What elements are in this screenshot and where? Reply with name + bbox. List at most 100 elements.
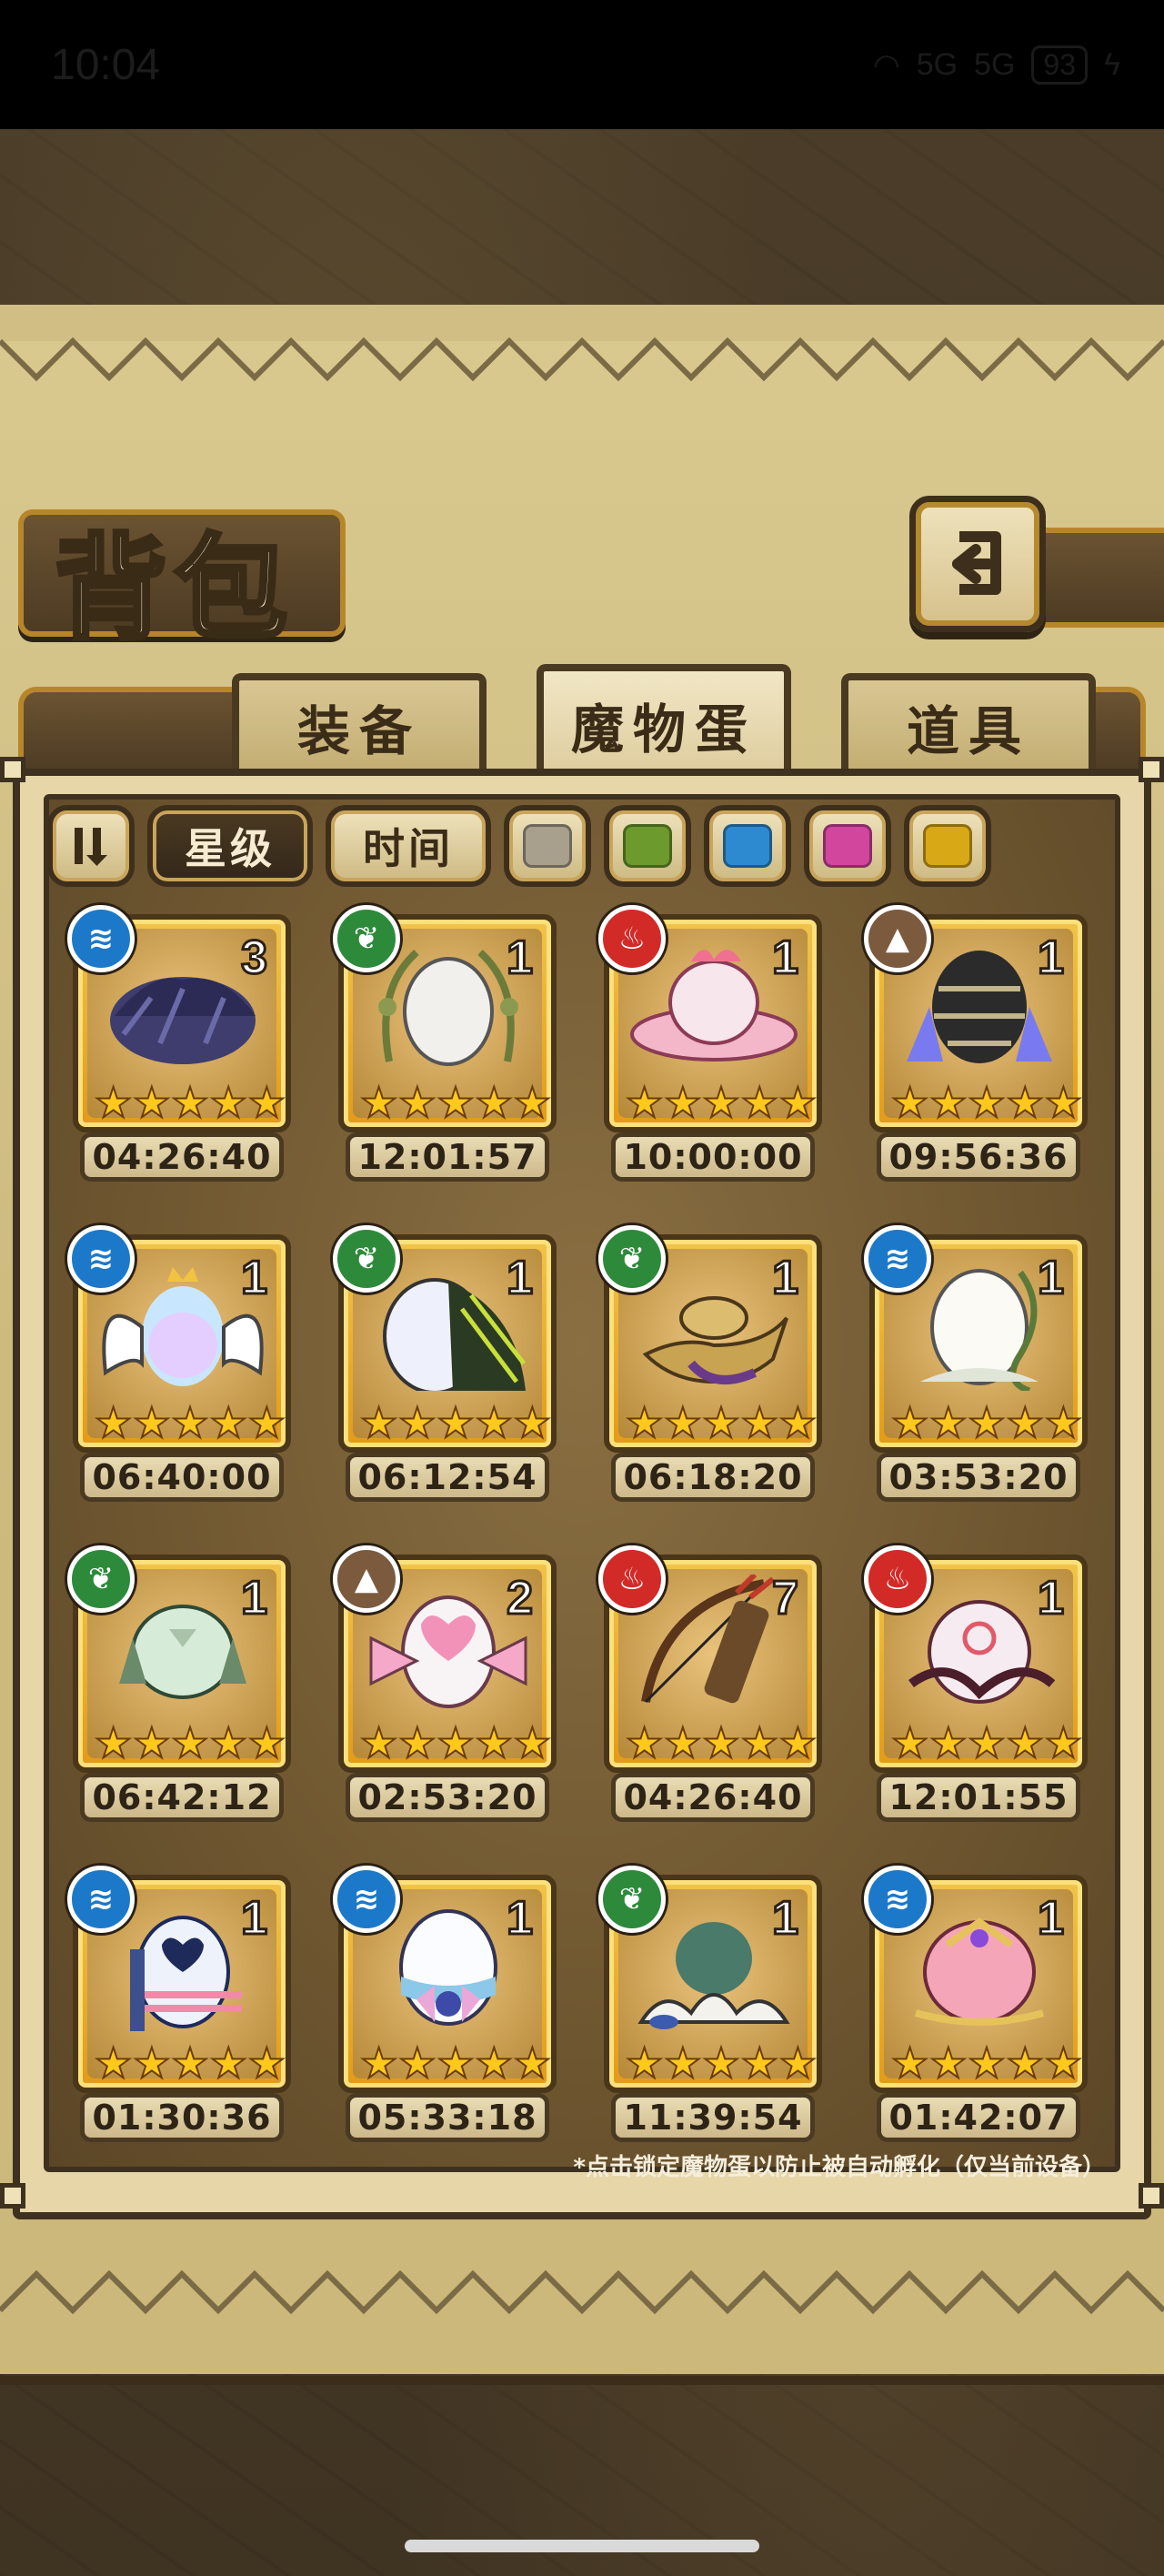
- star-icon: ★: [1044, 1078, 1082, 1127]
- back-button[interactable]: [909, 496, 1046, 632]
- star-icon: ★: [778, 1398, 817, 1447]
- star-icon: ★: [513, 2038, 551, 2088]
- filter-gold-button[interactable]: [904, 805, 991, 887]
- egg-item[interactable]: 1 ★ ★ ★ ★ ★ ❦ 12:01:57: [333, 905, 562, 1189]
- panel-corner: [0, 2183, 25, 2209]
- water-element-icon: ≋: [67, 1866, 135, 1933]
- egg-count: 2: [506, 1571, 535, 1626]
- star-icon: ★: [1006, 2038, 1045, 2088]
- star-rating: ★ ★ ★ ★ ★: [890, 1718, 1082, 1767]
- grass-element-icon: ❦: [333, 1225, 400, 1293]
- zigzag-border-bottom: [0, 2269, 1164, 2347]
- egg-item[interactable]: 1 ★ ★ ★ ★ ★ ♨ 10:00:00: [598, 905, 828, 1189]
- egg-item[interactable]: 1 ★ ★ ★ ★ ★ ≋ 05:33:18: [333, 1866, 562, 2149]
- status-icons: ◠ 5G 5G 93 ϟ: [873, 45, 1120, 85]
- sort-by-time-button[interactable]: 时间: [326, 805, 491, 887]
- star-icon: ★: [359, 1398, 398, 1447]
- star-rating: ★ ★ ★ ★ ★: [359, 2038, 551, 2088]
- star-icon: ★: [475, 1718, 514, 1767]
- star-icon: ★: [625, 1078, 664, 1127]
- sort-order-button[interactable]: [47, 805, 135, 887]
- star-icon: ★: [397, 1398, 436, 1447]
- egg-item[interactable]: 1 ★ ★ ★ ★ ★ ❦ 06:18:20: [598, 1225, 828, 1509]
- egg-count: 1: [1037, 1891, 1066, 1947]
- swatch-gray: [523, 824, 572, 868]
- signal-icon: 5G: [916, 47, 958, 82]
- lock-hint-footnote: *点击锁定魔物蛋以防止被自动孵化（仅当前设备）: [573, 2154, 1106, 2181]
- star-icon: ★: [701, 1398, 740, 1447]
- status-time: 10:04: [51, 41, 161, 89]
- tab-items[interactable]: 道具: [841, 673, 1096, 773]
- egg-item[interactable]: 1 ★ ★ ★ ★ ★ ≋ 06:40:00: [67, 1225, 296, 1509]
- hatch-timer: 12:01:55: [877, 1773, 1080, 1822]
- battery-icon: 93: [1031, 45, 1088, 85]
- egg-item[interactable]: 1 ★ ★ ★ ★ ★ ❦ 11:39:54: [598, 1866, 828, 2149]
- star-icon: ★: [132, 1718, 171, 1767]
- swatch-blue: [723, 824, 772, 868]
- grass-element-icon: ❦: [333, 905, 400, 972]
- star-icon: ★: [967, 1078, 1006, 1127]
- swatch-green: [623, 824, 672, 868]
- star-icon: ★: [625, 1398, 664, 1447]
- hatch-timer: 06:18:20: [611, 1453, 815, 1502]
- egg-item[interactable]: 1 ★ ★ ★ ★ ★ ❦ 06:12:54: [333, 1225, 562, 1509]
- filter-gray-button[interactable]: [504, 805, 591, 887]
- sort-by-star-button[interactable]: 星级: [147, 805, 313, 887]
- star-icon: ★: [94, 1398, 133, 1447]
- star-icon: ★: [928, 1078, 968, 1127]
- water-element-icon: ≋: [864, 1866, 931, 1933]
- egg-item[interactable]: 3 ★ ★ ★ ★ ★ ≋ 04:26:40: [67, 905, 296, 1189]
- star-icon: ★: [475, 2038, 514, 2088]
- egg-item[interactable]: 1 ★ ★ ★ ★ ★ ≋ 03:53:20: [864, 1225, 1093, 1509]
- egg-item[interactable]: 1 ★ ★ ★ ★ ★ ≋ 01:42:07: [864, 1866, 1093, 2149]
- star-rating: ★ ★ ★ ★ ★: [625, 1078, 817, 1127]
- band-divider-bottom: [0, 2376, 1164, 2385]
- hatch-timer: 06:40:00: [80, 1453, 284, 1502]
- star-icon: ★: [928, 1718, 968, 1767]
- star-icon: ★: [778, 1718, 817, 1767]
- star-icon: ★: [247, 2038, 286, 2088]
- star-icon: ★: [170, 1718, 209, 1767]
- home-indicator[interactable]: [405, 2540, 759, 2552]
- star-rating: ★ ★ ★ ★ ★: [94, 1718, 286, 1767]
- star-icon: ★: [170, 1078, 209, 1127]
- star-icon: ★: [94, 2038, 133, 2088]
- filter-blue-button[interactable]: [704, 805, 791, 887]
- star-rating: ★ ★ ★ ★ ★: [359, 1078, 551, 1127]
- egg-item[interactable]: 1 ★ ★ ★ ★ ★ ▲ 09:56:36: [864, 905, 1093, 1189]
- egg-item[interactable]: 1 ★ ★ ★ ★ ★ ≋ 01:30:36: [67, 1866, 296, 2149]
- star-icon: ★: [513, 1078, 551, 1127]
- tab-monster-eggs[interactable]: 魔物蛋: [537, 664, 791, 778]
- wifi-icon: ◠: [873, 47, 900, 83]
- filter-green-button[interactable]: [604, 805, 691, 887]
- star-icon: ★: [740, 1718, 779, 1767]
- hatch-timer: 06:12:54: [346, 1453, 549, 1502]
- star-icon: ★: [1006, 1078, 1045, 1127]
- grass-element-icon: ❦: [598, 1225, 666, 1293]
- egg-item[interactable]: 2 ★ ★ ★ ★ ★ ▲ 02:53:20: [333, 1545, 562, 1829]
- star-icon: ★: [890, 1718, 929, 1767]
- egg-count: 1: [771, 1251, 800, 1306]
- egg-count: 1: [506, 1891, 535, 1947]
- egg-item[interactable]: 7 ★ ★ ★ ★ ★ ♨ 04:26:40: [598, 1545, 828, 1829]
- star-icon: ★: [778, 2038, 817, 2088]
- panel-corner: [1139, 2183, 1164, 2209]
- tab-equipment[interactable]: 装备: [232, 673, 487, 773]
- egg-count: 1: [506, 1251, 535, 1306]
- filter-pink-button[interactable]: [804, 805, 891, 887]
- star-rating: ★ ★ ★ ★ ★: [94, 1398, 286, 1447]
- star-rating: ★ ★ ★ ★ ★: [359, 1718, 551, 1767]
- star-icon: ★: [94, 1718, 133, 1767]
- tab-label: 装备: [296, 700, 421, 762]
- star-icon: ★: [359, 1078, 398, 1127]
- star-icon: ★: [209, 1078, 248, 1127]
- star-rating: ★ ★ ★ ★ ★: [359, 1398, 551, 1447]
- star-icon: ★: [625, 2038, 664, 2088]
- egg-item[interactable]: 1 ★ ★ ★ ★ ★ ❦ 06:42:12: [67, 1545, 296, 1829]
- tab-label: 魔物蛋: [570, 698, 757, 760]
- filter-bar: 星级 时间: [47, 800, 1120, 891]
- egg-count: 1: [1037, 931, 1066, 986]
- star-icon: ★: [663, 2038, 702, 2088]
- egg-item[interactable]: 1 ★ ★ ★ ★ ★ ♨ 12:01:55: [864, 1545, 1093, 1829]
- star-icon: ★: [209, 1718, 248, 1767]
